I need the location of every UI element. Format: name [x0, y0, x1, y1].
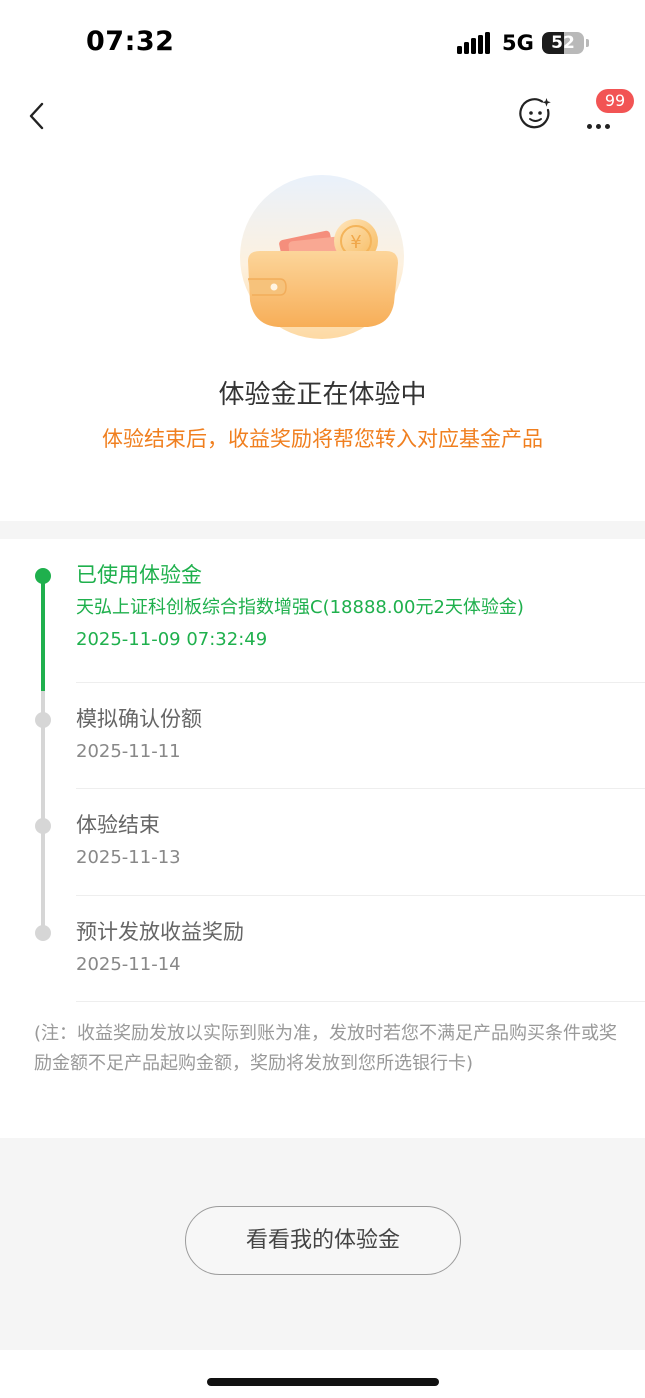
network-type: 5G: [502, 31, 534, 55]
assistant-button[interactable]: [518, 96, 554, 132]
timeline-dot-done: [35, 568, 51, 584]
chevron-left-icon: [29, 102, 44, 130]
timeline-line-done: [41, 575, 45, 691]
timeline-step: 预计发放收益奖励 2025-11-14: [76, 917, 645, 979]
divider: [76, 1001, 645, 1002]
section-divider: [0, 521, 645, 539]
timeline-step: 模拟确认份额 2025-11-11: [76, 704, 645, 766]
timeline-dot-pending: [35, 818, 51, 834]
step-time: 2025-11-14: [76, 954, 181, 975]
divider: [76, 895, 645, 896]
back-button[interactable]: [20, 98, 56, 134]
nav-bar: [0, 88, 645, 144]
step-title: 模拟确认份额: [76, 707, 202, 731]
battery-level-text: 52: [551, 33, 575, 53]
svg-text:¥: ¥: [350, 232, 361, 253]
more-dots-icon: [587, 114, 614, 133]
disclaimer-note: (注：收益奖励发放以实际到账为准，发放时若您不满足产品购买条件或奖励金额不足产品…: [34, 1023, 618, 1074]
step-title: 体验结束: [76, 813, 160, 837]
view-my-trial-fund-button[interactable]: 看看我的体验金: [185, 1206, 461, 1275]
step-title: 预计发放收益奖励: [76, 920, 244, 944]
timeline-step: 已使用体验金 天弘上证科创板综合指数增强C(18888.00元2天体验金) 20…: [76, 560, 645, 654]
timeline-dot-pending: [35, 925, 51, 941]
step-time: 2025-11-13: [76, 847, 181, 868]
timeline-step: 体验结束 2025-11-13: [76, 810, 645, 872]
signal-strength-icon: [457, 32, 491, 54]
divider: [76, 788, 645, 789]
progress-timeline: 已使用体验金 天弘上证科创板综合指数增强C(18888.00元2天体验金) 20…: [0, 539, 645, 1009]
divider: [76, 682, 645, 683]
step-time: 2025-11-09 07:32:49: [76, 629, 268, 650]
step-title: 已使用体验金: [76, 563, 202, 587]
timeline-dot-pending: [35, 712, 51, 728]
status-time: 07:32: [86, 26, 175, 57]
battery-nub: [586, 39, 589, 47]
step-time: 2025-11-11: [76, 741, 181, 762]
notification-badge: 99: [596, 89, 634, 113]
home-indicator[interactable]: [207, 1378, 439, 1386]
battery-icon: 52: [542, 32, 584, 54]
step-detail: 天弘上证科创板综合指数增强C(18888.00元2天体验金): [76, 597, 524, 618]
page-title: 体验金正在体验中: [218, 380, 427, 410]
status-bar: 07:32 5G 52: [0, 0, 645, 88]
page-subtitle: 体验结束后，收益奖励将帮您转入对应基金产品: [102, 427, 543, 451]
smiley-assistant-icon: [519, 98, 551, 129]
wallet-coin-icon: ¥: [240, 175, 404, 339]
